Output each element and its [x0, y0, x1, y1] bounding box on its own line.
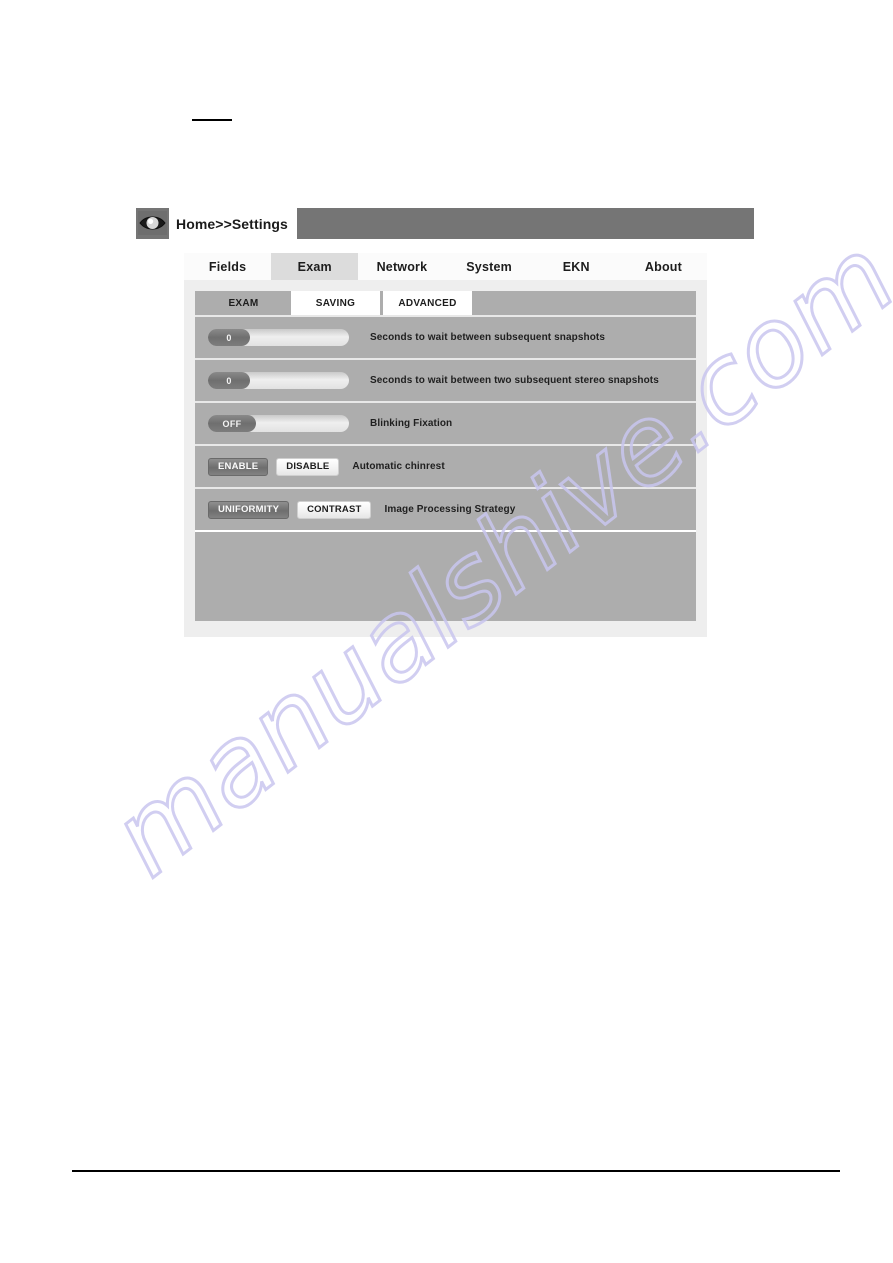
tab-exam[interactable]: Exam — [271, 253, 359, 280]
breadcrumb[interactable]: Home >> Settings — [169, 208, 297, 239]
chinrest-disable-button[interactable]: DISABLE — [276, 457, 340, 476]
setting-label-automatic-chinrest: Automatic chinrest — [352, 461, 445, 472]
setting-row-automatic-chinrest: ENABLE DISABLE Automatic chinrest — [195, 444, 696, 487]
subtab-advanced[interactable]: ADVANCED — [383, 291, 472, 315]
eye-icon — [138, 211, 167, 235]
blinking-fixation-slider-handle[interactable]: OFF — [208, 415, 256, 432]
sub-tab-bar: EXAM SAVING ADVANCED — [195, 291, 475, 315]
page-rule-top — [192, 119, 232, 121]
tab-about[interactable]: About — [619, 253, 708, 280]
chinrest-enable-button[interactable]: ENABLE — [208, 457, 269, 476]
page-rule-bottom — [72, 1170, 840, 1172]
setting-row-blinking-fixation: OFF Blinking Fixation — [195, 401, 696, 444]
settings-rows: 0 Seconds to wait between subsequent sna… — [195, 315, 696, 592]
tab-fields[interactable]: Fields — [184, 253, 272, 280]
blinking-fixation-slider[interactable]: OFF — [208, 415, 349, 432]
app-header-bar: Home >> Settings — [136, 208, 754, 239]
subtab-exam[interactable]: EXAM — [199, 291, 288, 315]
main-tab-bar: Fields Exam Network System EKN About — [184, 253, 708, 280]
strategy-contrast-button[interactable]: CONTRAST — [297, 500, 372, 519]
setting-row-image-processing-strategy: UNIFORMITY CONTRAST Image Processing Str… — [195, 487, 696, 530]
content-panel-outer: EXAM SAVING ADVANCED 0 Seconds to wait b… — [184, 280, 707, 637]
application-screenshot: Home >> Settings Fields Exam Network Sys… — [136, 208, 754, 640]
breadcrumb-separator: >> — [215, 215, 232, 232]
setting-label-blinking-fixation: Blinking Fixation — [370, 418, 453, 429]
setting-label-image-processing-strategy: Image Processing Strategy — [384, 504, 516, 515]
tab-ekn[interactable]: EKN — [532, 253, 620, 280]
setting-label-snapshot-delay: Seconds to wait between subsequent snaps… — [370, 332, 605, 343]
setting-row-snapshot-delay: 0 Seconds to wait between subsequent sna… — [195, 315, 696, 358]
breadcrumb-home[interactable]: Home — [176, 216, 215, 232]
settings-rows-filler — [195, 530, 696, 592]
snapshot-delay-slider-handle[interactable]: 0 — [208, 329, 250, 346]
stereo-snapshot-delay-slider-handle[interactable]: 0 — [208, 372, 250, 389]
setting-row-stereo-snapshot-delay: 0 Seconds to wait between two subsequent… — [195, 358, 696, 401]
subtab-saving[interactable]: SAVING — [291, 291, 380, 315]
strategy-uniformity-button[interactable]: UNIFORMITY — [208, 500, 290, 519]
stereo-snapshot-delay-slider[interactable]: 0 — [208, 372, 349, 389]
setting-label-stereo-snapshot-delay: Seconds to wait between two subsequent s… — [370, 375, 659, 386]
snapshot-delay-slider[interactable]: 0 — [208, 329, 349, 346]
content-panel-inner: EXAM SAVING ADVANCED 0 Seconds to wait b… — [195, 291, 696, 621]
breadcrumb-current: Settings — [231, 215, 288, 232]
tab-system[interactable]: System — [445, 253, 533, 280]
tab-network[interactable]: Network — [358, 253, 446, 280]
